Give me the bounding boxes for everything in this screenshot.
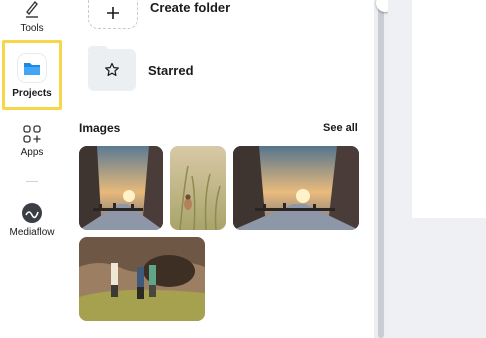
image-thumbnail-sunset-deer[interactable] <box>79 146 163 230</box>
create-folder-tile <box>88 0 138 29</box>
folder-icon-tile <box>18 54 46 82</box>
plus-icon <box>107 7 119 19</box>
apps-grid-icon <box>23 125 41 143</box>
sidebar-item-tools[interactable]: Tools <box>0 0 64 34</box>
image-sunset-road-wide <box>233 146 359 230</box>
image-bird-grass <box>170 146 226 230</box>
panel-scrollbar-thumb[interactable] <box>378 0 384 338</box>
folder-icon <box>24 63 40 75</box>
image-thumbnail-hikers[interactable] <box>79 237 205 321</box>
sidebar-item-label: Projects <box>12 88 52 99</box>
image-thumbnail-bird[interactable] <box>170 146 226 230</box>
starred-folder-tile <box>88 46 136 91</box>
create-folder-label: Create folder <box>150 0 231 15</box>
sidebar-item-mediaflow[interactable]: Mediaflow <box>0 202 64 238</box>
starred-label: Starred <box>148 62 194 78</box>
starred-folder[interactable]: Starred <box>88 46 194 91</box>
sidebar-item-label: Tools <box>20 23 44 34</box>
sidebar-item-label: Apps <box>20 147 44 158</box>
rail-divider <box>26 181 38 182</box>
sidebar-item-label: Mediaflow <box>9 227 55 238</box>
sidebar-item-projects[interactable]: Projects <box>2 40 62 110</box>
design-page[interactable] <box>412 0 486 218</box>
create-folder-button[interactable]: Create folder <box>88 0 230 29</box>
image-hikers-cave <box>79 237 205 321</box>
pen-tools-icon <box>26 0 38 18</box>
image-sunset-road <box>79 146 163 230</box>
sidebar-item-apps[interactable]: Apps <box>0 124 64 158</box>
mediaflow-icon <box>22 203 42 223</box>
see-all-link[interactable]: See all <box>323 122 358 134</box>
star-icon <box>105 62 119 76</box>
image-thumbnail-sunset-deer-wide[interactable] <box>233 146 359 230</box>
left-rail: Tools Projects Apps Mediaflow <box>0 0 64 338</box>
images-section-title: Images <box>79 121 121 135</box>
